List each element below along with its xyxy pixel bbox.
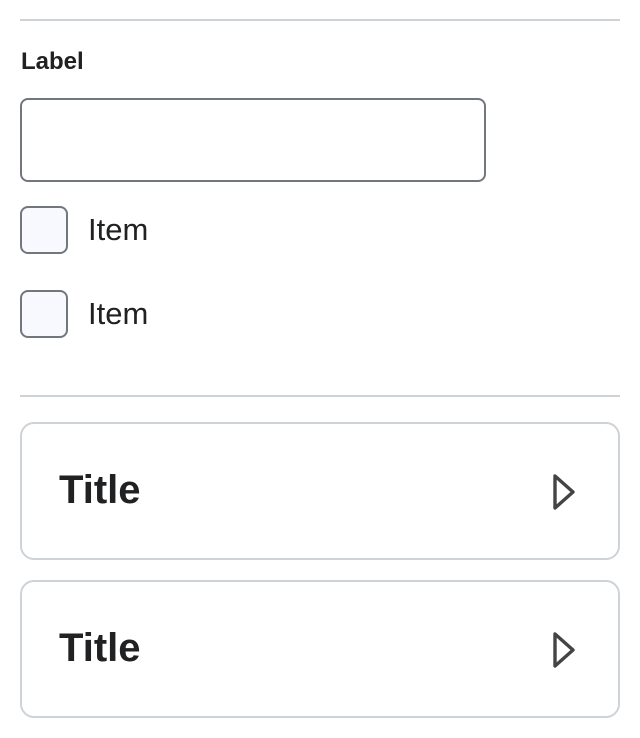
checkbox[interactable] [20, 206, 68, 254]
checkbox-label: Item [88, 296, 149, 331]
checkbox[interactable] [20, 290, 68, 338]
top-divider [20, 19, 620, 21]
card-title: Title [59, 468, 141, 512]
card-title: Title [59, 626, 141, 670]
checkbox-option-1[interactable]: Item [20, 206, 148, 254]
checkbox-option-2[interactable]: Item [20, 290, 148, 338]
text-input[interactable] [20, 98, 486, 182]
checkbox-label: Item [88, 212, 149, 247]
field-label: Label [21, 48, 84, 75]
section-divider [20, 395, 620, 397]
chevron-right-icon [553, 474, 575, 510]
chevron-right-icon [553, 632, 575, 668]
card-item-2[interactable]: Title [20, 580, 620, 718]
card-item-1[interactable]: Title [20, 422, 620, 560]
